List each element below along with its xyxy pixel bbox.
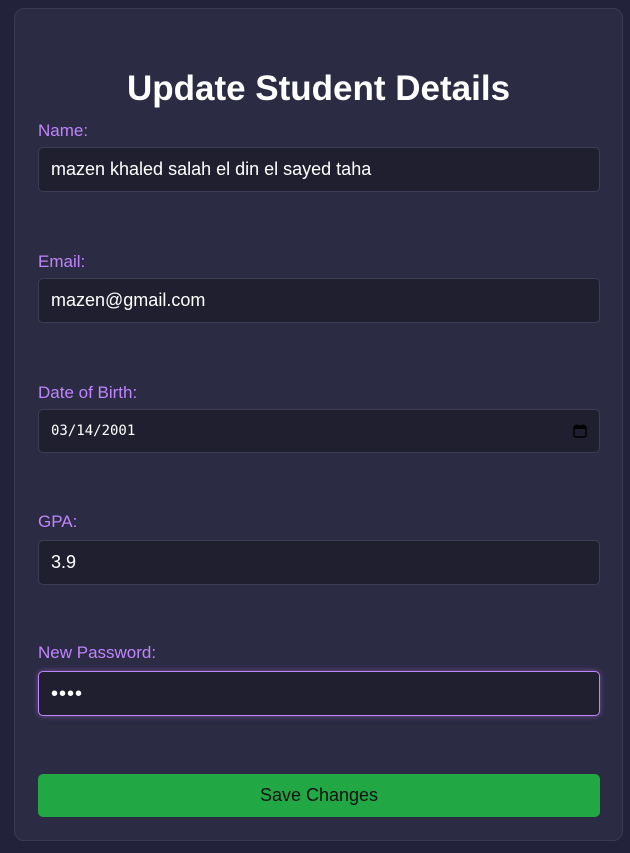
calendar-icon[interactable] xyxy=(573,424,587,438)
dob-label: Date of Birth: xyxy=(38,383,138,402)
email-label: Email: xyxy=(38,252,86,271)
save-button[interactable]: Save Changes xyxy=(38,774,600,817)
dob-field[interactable]: 03/14/2001 xyxy=(38,409,600,453)
page-title: Update Student Details xyxy=(126,69,511,108)
update-student-card: Update Student Details Name: mazen khale… xyxy=(14,8,623,841)
name-value: mazen khaled salah el din el sayed taha xyxy=(51,159,372,179)
gpa-label: GPA: xyxy=(38,512,78,531)
gpa-field[interactable]: 3.9 xyxy=(38,540,600,585)
password-value: •••• xyxy=(51,682,84,705)
email-field[interactable]: mazen@gmail.com xyxy=(38,278,600,323)
new-password-field[interactable]: •••• xyxy=(38,671,600,716)
password-label: New Password: xyxy=(38,643,157,662)
gpa-value: 3.9 xyxy=(51,552,77,572)
name-label: Name: xyxy=(38,121,89,140)
dob-value: 03/14/2001 xyxy=(51,423,136,439)
email-value: mazen@gmail.com xyxy=(51,290,206,310)
name-field[interactable]: mazen khaled salah el din el sayed taha xyxy=(38,147,600,192)
